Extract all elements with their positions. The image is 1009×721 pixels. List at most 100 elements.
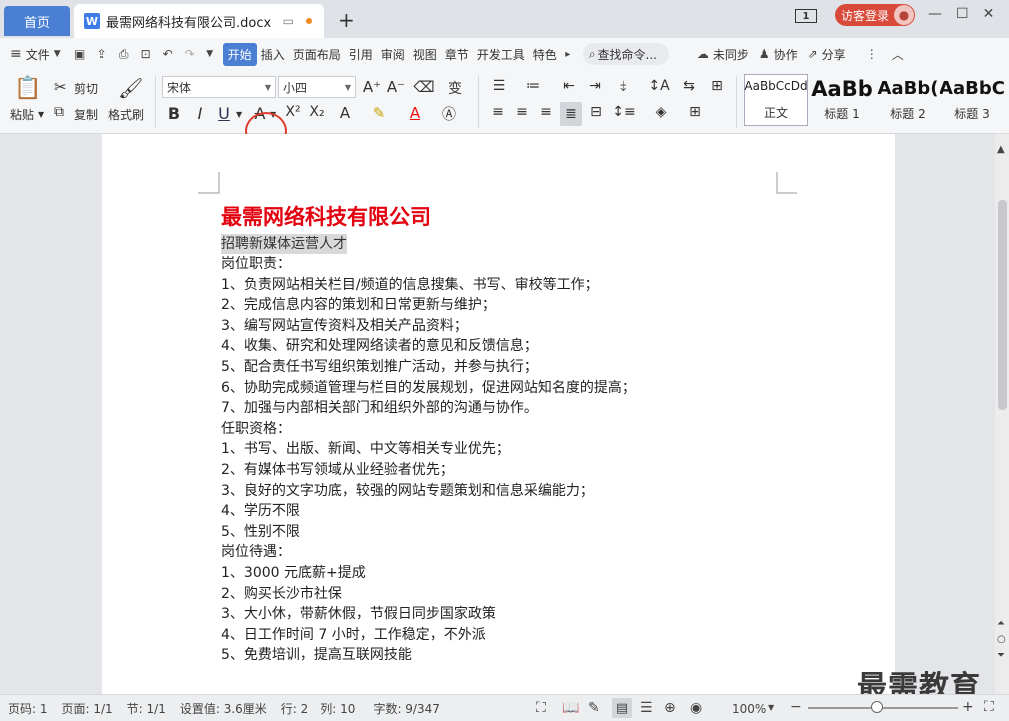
clear-format-icon[interactable]: ⌫: [413, 78, 434, 96]
paste-icon[interactable]: 📋: [14, 74, 42, 102]
underline-icon[interactable]: U: [214, 104, 234, 123]
chevron-down-icon[interactable]: ▼: [54, 49, 61, 59]
menu-insert[interactable]: 插入: [257, 46, 289, 63]
cut-button[interactable]: 剪切: [74, 80, 98, 97]
tab-document[interactable]: W 最需网络科技有限公司.docx ▭: [74, 4, 324, 38]
bullet-list-icon[interactable]: ☰: [488, 78, 510, 94]
numbered-list-icon[interactable]: ≔: [522, 78, 544, 94]
select-browse-icon[interactable]: ○: [997, 634, 1006, 645]
status-col[interactable]: 列: 10: [320, 700, 355, 717]
style-heading-2[interactable]: AaBb( 标题 2: [876, 74, 940, 126]
menu-references[interactable]: 引用: [345, 46, 377, 63]
command-search[interactable]: ⌕ 查找命令...: [582, 43, 669, 65]
shrink-font-icon[interactable]: A⁻: [386, 78, 406, 96]
font-size-select[interactable]: 小四 ▼: [278, 76, 356, 98]
save-icon[interactable]: ▣: [69, 47, 91, 61]
maximize-icon[interactable]: ☐: [956, 6, 969, 22]
show-marks-icon[interactable]: ⇆: [678, 78, 700, 94]
status-page-number[interactable]: 页码: 1: [8, 700, 48, 717]
reading-mode-icon[interactable]: 📖: [562, 700, 579, 716]
menu-start[interactable]: 开始: [222, 42, 257, 66]
style-heading-3[interactable]: AaBbC 标题 3: [940, 74, 1004, 126]
shading-icon[interactable]: ◈: [650, 104, 672, 120]
zoom-dropdown-icon[interactable]: ▼: [768, 703, 774, 712]
highlight-icon[interactable]: ✎: [368, 104, 390, 122]
web-view-icon[interactable]: ⊕: [664, 700, 676, 716]
underline-dropdown-icon[interactable]: ▼: [236, 110, 242, 119]
zoom-slider[interactable]: [808, 707, 958, 709]
write-mode-icon[interactable]: ✎: [588, 700, 600, 716]
italic-icon[interactable]: I: [190, 104, 210, 123]
menu-page-layout[interactable]: 页面布局: [289, 46, 345, 63]
format-painter-button[interactable]: 格式刷: [108, 106, 144, 123]
zoom-in-icon[interactable]: +: [962, 699, 974, 715]
status-row[interactable]: 行: 2: [281, 700, 309, 717]
share-button[interactable]: 分享: [818, 46, 850, 63]
style-heading-1[interactable]: AaBb 标题 1: [810, 74, 874, 126]
status-wordcount[interactable]: 字数: 9/347: [373, 700, 439, 717]
status-setting[interactable]: 设置值: 3.6厘米: [180, 700, 267, 717]
minimize-icon[interactable]: —: [928, 6, 942, 22]
outline-view-icon[interactable]: ☰: [640, 700, 653, 716]
menu-developer[interactable]: 开发工具: [473, 46, 529, 63]
line-spacing-icon[interactable]: ↕≡: [612, 104, 636, 120]
menu-features[interactable]: 特色: [529, 46, 561, 63]
menu-view[interactable]: 视图: [409, 46, 441, 63]
font-name-select[interactable]: 宋体 ▼: [162, 76, 276, 98]
scroll-up-icon[interactable]: ▲: [997, 144, 1005, 155]
tab-home[interactable]: 首页: [4, 6, 70, 36]
hamburger-icon[interactable]: ≡: [10, 46, 22, 62]
screen-icon[interactable]: ▭: [283, 14, 294, 28]
status-section[interactable]: 节: 1/1: [127, 700, 166, 717]
align-left-icon[interactable]: ≡: [488, 104, 508, 120]
menu-review[interactable]: 审阅: [377, 46, 409, 63]
style-normal[interactable]: AaBbCcDd 正文: [744, 74, 808, 126]
paste-button[interactable]: 粘贴: [10, 106, 34, 123]
bold-icon[interactable]: B: [164, 104, 184, 123]
next-page-icon[interactable]: ⏷: [997, 650, 1005, 661]
chinese-layout-icon[interactable]: ⤈: [612, 78, 634, 94]
page-view-icon[interactable]: ▤: [612, 698, 632, 718]
tab-stops-icon[interactable]: ⊞: [706, 78, 728, 94]
text-effect-icon[interactable]: A: [334, 104, 356, 122]
align-right-icon[interactable]: ≡: [536, 104, 556, 120]
window-count-badge[interactable]: 1: [795, 9, 817, 23]
login-button[interactable]: 访客登录 ●: [835, 4, 915, 26]
unsynced-button[interactable]: 未同步: [709, 46, 753, 63]
collapse-ribbon-icon[interactable]: ︿: [892, 46, 904, 63]
align-center-icon[interactable]: ≡: [512, 104, 532, 120]
paste-dropdown-icon[interactable]: ▼: [38, 110, 44, 119]
status-pages[interactable]: 页面: 1/1: [62, 700, 113, 717]
subscript-icon[interactable]: X₂: [306, 104, 328, 120]
distributed-icon[interactable]: ⊟: [586, 104, 606, 120]
new-tab-icon[interactable]: +: [338, 8, 355, 32]
undo-icon[interactable]: ↶: [157, 47, 179, 61]
quick-access-more-icon[interactable]: ▼: [201, 49, 219, 59]
zoom-level[interactable]: 100%: [732, 702, 766, 716]
justify-icon[interactable]: ≣: [560, 102, 582, 126]
zoom-out-icon[interactable]: −: [790, 699, 802, 715]
eye-protect-icon[interactable]: ◉: [690, 700, 702, 716]
copy-button[interactable]: 复制: [74, 106, 98, 123]
decrease-indent-icon[interactable]: ⇤: [558, 78, 580, 94]
superscript-icon[interactable]: X²: [282, 104, 304, 120]
redo-icon[interactable]: ↷: [179, 47, 201, 61]
grow-font-icon[interactable]: A⁺: [362, 78, 382, 96]
print-icon[interactable]: ⎙: [113, 47, 135, 62]
increase-indent-icon[interactable]: ⇥: [584, 78, 606, 94]
char-border-icon[interactable]: Ⓐ: [438, 104, 460, 124]
fit-window-icon[interactable]: ⛶: [984, 699, 994, 715]
borders-icon[interactable]: ⊞: [684, 104, 706, 120]
close-icon[interactable]: ✕: [983, 6, 995, 22]
more-icon[interactable]: ⋮: [866, 47, 878, 61]
collab-button[interactable]: 协作: [770, 46, 802, 63]
export-icon[interactable]: ⇪: [91, 47, 113, 61]
menu-scroll-right-icon[interactable]: ▸: [561, 49, 575, 60]
zoom-slider-handle[interactable]: [871, 701, 883, 713]
menu-file[interactable]: 文件: [22, 46, 54, 63]
prev-page-icon[interactable]: ⏶: [997, 618, 1005, 629]
scrollbar-thumb[interactable]: [998, 200, 1007, 410]
font-color-icon[interactable]: A: [404, 104, 426, 122]
menu-chapter[interactable]: 章节: [441, 46, 473, 63]
sort-icon[interactable]: ↕A: [648, 78, 670, 94]
